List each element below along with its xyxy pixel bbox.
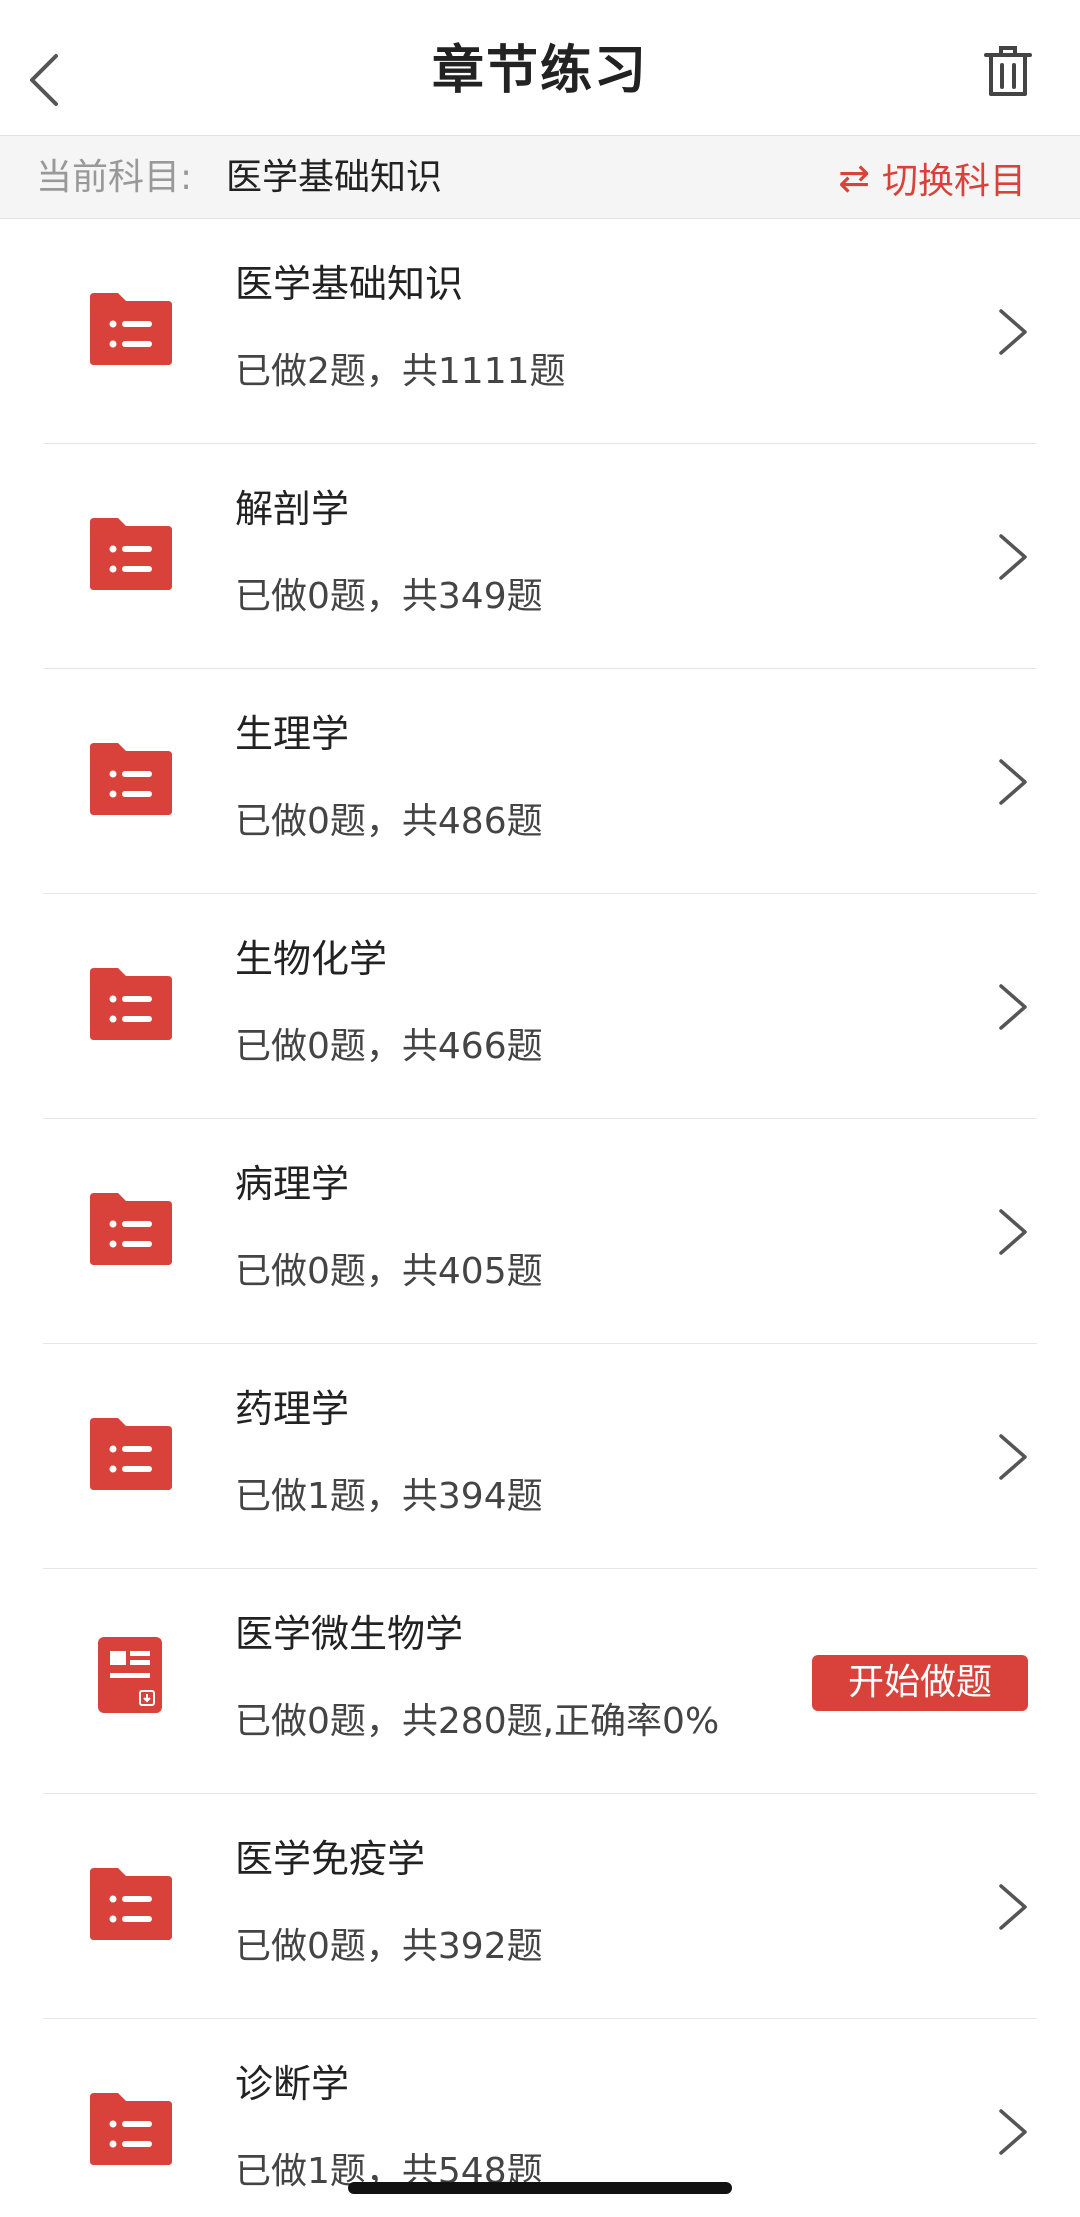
folder-list-icon [90,1418,172,1490]
chapter-progress: 已做0题，共405题 [235,1251,543,1292]
current-subject-label: 当前科目: [36,157,193,198]
chapter-progress: 已做0题，共280题,正确率0% [235,1701,720,1742]
folder-list-icon [90,518,172,590]
chevron-right-icon [999,759,1027,805]
chevron-right-icon [999,2109,1027,2155]
chapter-title: 解剖学 [235,487,350,531]
chapter-row[interactable]: 医学免疫学已做0题，共392题 [0,1794,1080,2019]
folder-list-icon [90,293,172,365]
chevron-right-icon [999,534,1027,580]
chapter-progress: 已做2题，共1111题 [235,351,566,392]
folder-list-icon [90,2093,172,2165]
chapter-progress: 已做0题，共349题 [235,576,543,617]
current-subject-value: 医学基础知识 [226,157,443,198]
switch-subject-label: 切换科目 [881,161,1026,202]
nav-bar: 章节练习 [0,0,1080,135]
folder-list-icon [90,1193,172,1265]
chapter-progress: 已做1题，共394题 [235,1476,543,1517]
chapter-row[interactable]: 病理学已做0题，共405题 [0,1119,1080,1344]
home-indicator [348,2182,732,2194]
chapter-title: 病理学 [235,1162,350,1206]
start-practice-button[interactable]: 开始做题 [812,1655,1028,1711]
chapter-row[interactable]: 医学微生物学已做0题，共280题,正确率0% 开始做题 [0,1569,1080,1794]
chevron-right-icon [999,984,1027,1030]
trash-icon [984,46,1032,96]
chapter-title: 生理学 [235,712,350,756]
chevron-right-icon [999,1884,1027,1930]
chevron-right-icon [999,309,1027,355]
chapter-row[interactable]: 生物化学已做0题，共466题 [0,894,1080,1119]
swap-icon: ⇄ [838,156,870,200]
chapter-title: 医学基础知识 [235,262,464,306]
chapter-row[interactable]: 医学基础知识已做2题，共1111题 [0,219,1080,444]
chapter-title: 医学微生物学 [235,1612,464,1656]
trash-button[interactable] [975,38,1041,104]
chapter-progress: 已做0题，共392题 [235,1926,543,1967]
page-title: 章节练习 [431,41,648,101]
current-subject-bar: 当前科目: 医学基础知识 ⇄ 切换科目 [0,135,1080,219]
chapter-title: 药理学 [235,1387,350,1431]
folder-list-icon [90,968,172,1040]
chapter-title: 医学免疫学 [235,1837,426,1881]
switch-subject-button[interactable]: ⇄ 切换科目 [838,136,1026,220]
chapter-row[interactable]: 药理学已做1题，共394题 [0,1344,1080,1569]
chapter-row[interactable]: 解剖学已做0题，共349题 [0,444,1080,669]
app-root: 章节练习 当前科目: 医学基础知识 ⇄ 切换科目 医学基础知识已做2题，共111… [0,0,1080,2217]
folder-list-icon [90,743,172,815]
folder-list-icon [90,1868,172,1940]
chevron-right-icon [999,1209,1027,1255]
chevron-right-icon [999,1434,1027,1480]
chapter-list: 医学基础知识 已做2题，共1111题 解剖学 已做0题，共349题 生理学 已做0题，… [0,219,1080,2217]
paper-icon [98,1637,162,1713]
chapter-progress: 已做0题，共466题 [235,1026,543,1067]
chapter-title: 诊断学 [235,2062,350,2106]
chapter-title: 生物化学 [235,937,388,981]
chapter-progress: 已做0题，共486题 [235,801,543,842]
chapter-row[interactable]: 生理学已做0题，共486题 [0,669,1080,894]
